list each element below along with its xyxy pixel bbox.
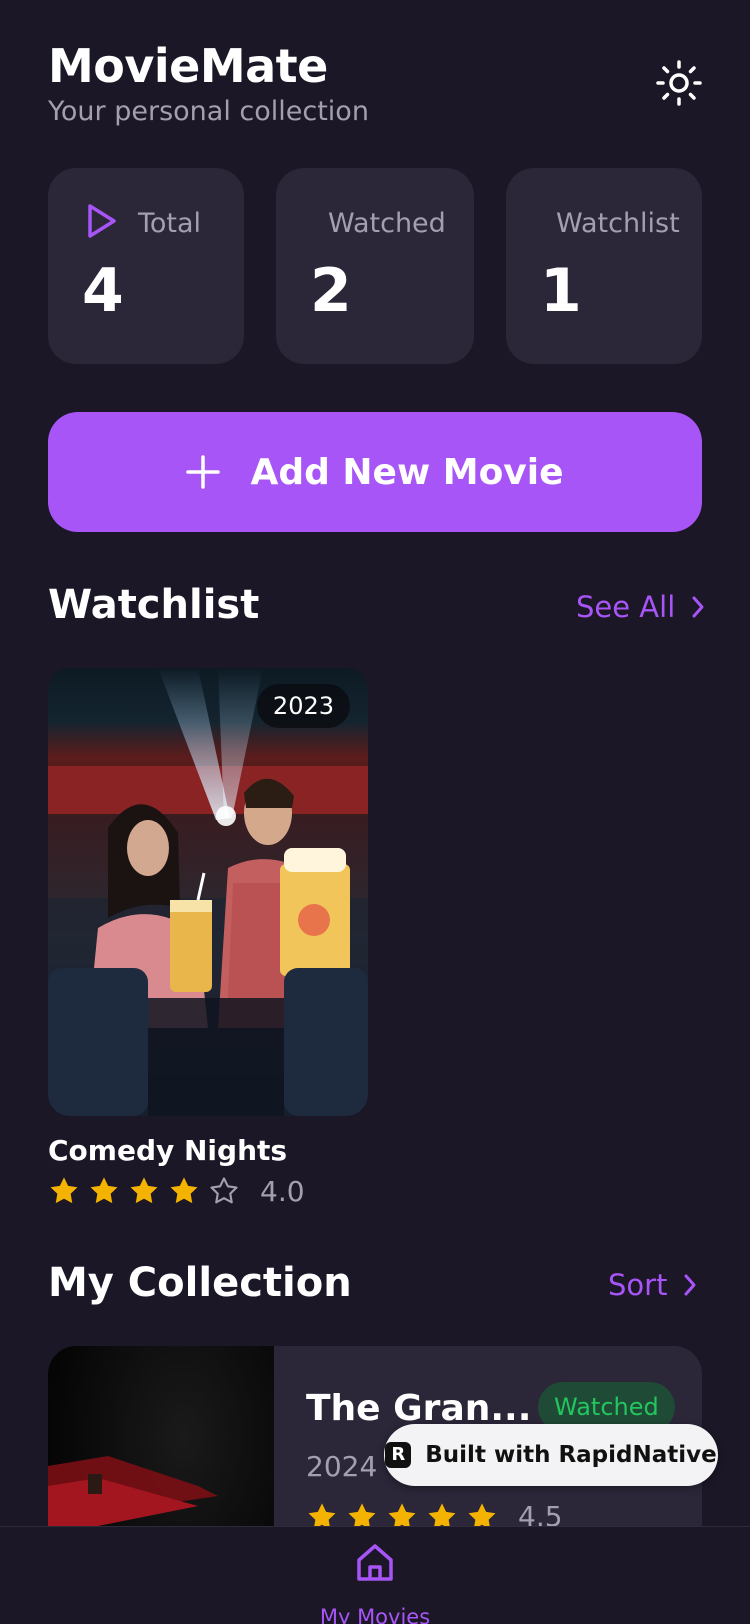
watchlist-rating: 4.0 [48,1172,305,1210]
collection-movie-year: 2024 [306,1450,378,1483]
home-icon [357,1544,393,1581]
year-pill: 2023 [256,684,350,728]
star-filled-icon [50,1177,78,1204]
app-subtitle: Your personal collection [48,96,369,127]
watchlist-movie-title: Comedy Nights [48,1134,288,1167]
tab-label: My Movies [319,1605,431,1624]
stat-card-watched: Watched 2 [276,168,474,364]
play-icon [88,204,116,238]
sort-button[interactable]: Sort [608,1268,697,1302]
collection-movie-title: The Gran... [306,1388,532,1429]
star-filled-icon [130,1177,158,1204]
rapidnative-logo-icon: R [385,1442,412,1468]
poster-image [48,668,368,1116]
bottom-tab-bar: My Movies [0,1526,750,1624]
stat-label: Watchlist [556,208,680,239]
stat-value: 1 [540,256,582,326]
stat-value: 2 [310,256,352,326]
star-filled-icon [170,1177,198,1204]
star-outline-icon [210,1177,238,1204]
stat-label: Total [138,208,202,239]
see-all-link[interactable]: See All [576,590,705,624]
watchlist-poster[interactable]: 2023 [48,668,368,1116]
chevron-right-icon [684,1274,696,1296]
stat-card-watchlist: Watchlist 1 [506,168,702,364]
sun-icon [656,60,702,106]
star-filled-icon [90,1177,118,1204]
watchlist-heading: Watchlist [48,582,260,628]
chevron-right-icon [692,596,704,618]
theme-toggle-button[interactable] [656,60,702,106]
collection-heading: My Collection [48,1260,352,1306]
stat-card-total: Total 4 [48,168,244,364]
add-new-movie-label: Add New Movie [250,451,564,493]
add-new-movie-button[interactable]: Add New Movie [48,412,702,532]
app-title: MovieMate [48,39,328,93]
stat-value: 4 [82,256,124,326]
header: MovieMate Your personal collection [48,38,702,138]
plus-icon [186,455,221,489]
see-all-label: See All [576,590,676,624]
tab-my-movies[interactable]: My Movies [300,1541,450,1624]
built-with-label: Built with RapidNative [425,1442,717,1468]
stats-row: Total 4 Watched 2 Watchlist 1 [48,168,702,364]
built-with-badge[interactable]: R Built with RapidNative [384,1424,718,1486]
sort-label: Sort [608,1268,668,1302]
rating-value: 4.0 [260,1174,305,1208]
stat-label: Watched [328,208,446,239]
